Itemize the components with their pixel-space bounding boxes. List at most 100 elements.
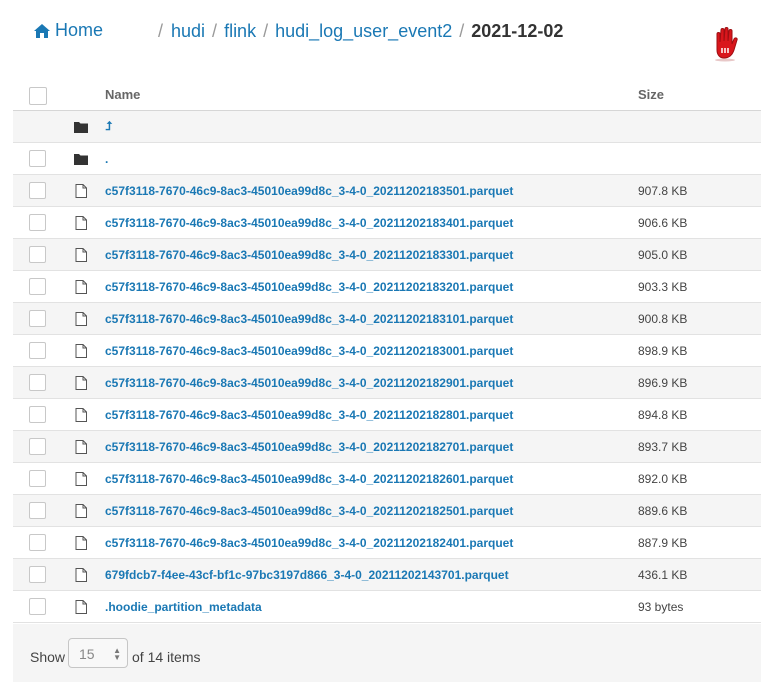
file-icon — [75, 216, 87, 230]
file-icon — [75, 376, 87, 390]
show-label: Show — [30, 649, 66, 665]
file-link[interactable]: c57f3118-7670-46c9-8ac3-45010ea99d8c_3-4… — [105, 440, 513, 454]
row-checkbox[interactable] — [29, 406, 46, 423]
breadcrumb-separator: / — [459, 21, 465, 41]
breadcrumb: / hudi / flink / hudi_log_user_event2 / … — [158, 21, 563, 42]
table-row[interactable]: c57f3118-7670-46c9-8ac3-45010ea99d8c_3-4… — [13, 463, 761, 495]
breadcrumb-current: 2021-12-02 — [471, 21, 564, 41]
breadcrumb-separator: / — [158, 21, 164, 41]
parent-directory-row[interactable]: ⮥ — [13, 111, 761, 143]
file-icon — [75, 440, 87, 454]
row-checkbox[interactable] — [29, 278, 46, 295]
file-rows: . c57f3118-7670-46c9-8ac3-45010ea99d8c_3-… — [13, 143, 761, 623]
row-checkbox[interactable] — [29, 566, 46, 583]
file-size: 893.7 KB — [638, 439, 688, 454]
file-icon — [75, 536, 87, 550]
file-size: 894.8 KB — [638, 407, 688, 422]
table-row[interactable]: . — [13, 143, 761, 175]
folder-icon — [74, 154, 88, 165]
file-icon — [75, 472, 87, 486]
row-checkbox[interactable] — [29, 150, 46, 167]
column-header-size[interactable]: Size — [638, 87, 664, 102]
file-link[interactable]: c57f3118-7670-46c9-8ac3-45010ea99d8c_3-4… — [105, 536, 513, 550]
file-table: Name Size ⮥ . c57f3118-7670-46c9-8ac3-450… — [13, 78, 761, 623]
table-row[interactable]: 679fdcb7-f4ee-43cf-bf1c-97bc3197d866_3-4… — [13, 559, 761, 591]
table-row[interactable]: c57f3118-7670-46c9-8ac3-45010ea99d8c_3-4… — [13, 431, 761, 463]
red-hand-icon[interactable] — [708, 26, 742, 62]
row-checkbox[interactable] — [29, 438, 46, 455]
breadcrumb-flink[interactable]: flink — [224, 21, 256, 42]
file-link[interactable]: c57f3118-7670-46c9-8ac3-45010ea99d8c_3-4… — [105, 312, 513, 326]
file-link[interactable]: c57f3118-7670-46c9-8ac3-45010ea99d8c_3-4… — [105, 344, 513, 358]
breadcrumb-table[interactable]: hudi_log_user_event2 — [275, 21, 452, 42]
table-row[interactable]: .hoodie_partition_metadata 93 bytes — [13, 591, 761, 623]
file-icon — [75, 280, 87, 294]
file-link[interactable]: c57f3118-7670-46c9-8ac3-45010ea99d8c_3-4… — [105, 184, 513, 198]
file-size: 896.9 KB — [638, 375, 688, 390]
table-row[interactable]: c57f3118-7670-46c9-8ac3-45010ea99d8c_3-4… — [13, 335, 761, 367]
row-checkbox[interactable] — [29, 470, 46, 487]
row-checkbox[interactable] — [29, 374, 46, 391]
file-size: 905.0 KB — [638, 247, 688, 262]
row-checkbox[interactable] — [29, 502, 46, 519]
file-size: 900.8 KB — [638, 311, 688, 326]
breadcrumb-separator: / — [212, 21, 218, 41]
home-icon — [34, 23, 50, 38]
file-link[interactable]: c57f3118-7670-46c9-8ac3-45010ea99d8c_3-4… — [105, 376, 513, 390]
page-size-value: 15 — [79, 646, 95, 662]
file-link[interactable]: c57f3118-7670-46c9-8ac3-45010ea99d8c_3-4… — [105, 504, 513, 518]
table-row[interactable]: c57f3118-7670-46c9-8ac3-45010ea99d8c_3-4… — [13, 207, 761, 239]
home-label: Home — [55, 20, 104, 40]
folder-icon — [74, 122, 88, 133]
breadcrumb-separator: / — [263, 21, 269, 41]
file-link[interactable]: c57f3118-7670-46c9-8ac3-45010ea99d8c_3-4… — [105, 216, 513, 230]
file-icon — [75, 184, 87, 198]
file-size: 436.1 KB — [638, 567, 688, 582]
file-size: 907.8 KB — [638, 183, 688, 198]
file-icon — [75, 248, 87, 262]
file-link[interactable]: 679fdcb7-f4ee-43cf-bf1c-97bc3197d866_3-4… — [105, 568, 509, 582]
file-size: 903.3 KB — [638, 279, 688, 294]
row-checkbox[interactable] — [29, 214, 46, 231]
row-checkbox[interactable] — [29, 534, 46, 551]
file-icon — [75, 408, 87, 422]
table-row[interactable]: c57f3118-7670-46c9-8ac3-45010ea99d8c_3-4… — [13, 399, 761, 431]
breadcrumb-hudi[interactable]: hudi — [171, 21, 205, 42]
file-size: 892.0 KB — [638, 471, 688, 486]
file-size: 93 bytes — [638, 599, 684, 614]
parent-directory-icon[interactable]: ⮥ — [105, 119, 112, 134]
file-icon — [75, 344, 87, 358]
total-items-label: of 14 items — [132, 649, 201, 665]
file-link[interactable]: c57f3118-7670-46c9-8ac3-45010ea99d8c_3-4… — [105, 472, 513, 486]
table-row[interactable]: c57f3118-7670-46c9-8ac3-45010ea99d8c_3-4… — [13, 303, 761, 335]
row-checkbox[interactable] — [29, 310, 46, 327]
table-row[interactable]: c57f3118-7670-46c9-8ac3-45010ea99d8c_3-4… — [13, 175, 761, 207]
select-arrows-icon: ▲ ▼ — [113, 646, 121, 662]
file-link[interactable]: c57f3118-7670-46c9-8ac3-45010ea99d8c_3-4… — [105, 408, 513, 422]
header: Home / hudi / flink / hudi_log_user_even… — [0, 0, 761, 70]
file-size: 889.6 KB — [638, 503, 688, 518]
file-icon — [75, 504, 87, 518]
file-size: 906.6 KB — [638, 215, 688, 230]
row-checkbox[interactable] — [29, 598, 46, 615]
row-checkbox[interactable] — [29, 246, 46, 263]
column-header-name[interactable]: Name — [105, 87, 140, 102]
file-link[interactable]: .hoodie_partition_metadata — [105, 600, 262, 614]
select-all-checkbox[interactable] — [29, 87, 47, 105]
file-link[interactable]: c57f3118-7670-46c9-8ac3-45010ea99d8c_3-4… — [105, 280, 513, 294]
page-size-select[interactable]: 15 ▲ ▼ — [68, 638, 128, 668]
file-link[interactable]: c57f3118-7670-46c9-8ac3-45010ea99d8c_3-4… — [105, 248, 513, 262]
file-icon — [75, 312, 87, 326]
table-row[interactable]: c57f3118-7670-46c9-8ac3-45010ea99d8c_3-4… — [13, 271, 761, 303]
home-link[interactable]: Home — [34, 20, 103, 41]
table-row[interactable]: c57f3118-7670-46c9-8ac3-45010ea99d8c_3-4… — [13, 527, 761, 559]
table-row[interactable]: c57f3118-7670-46c9-8ac3-45010ea99d8c_3-4… — [13, 239, 761, 271]
table-row[interactable]: c57f3118-7670-46c9-8ac3-45010ea99d8c_3-4… — [13, 495, 761, 527]
table-row[interactable]: c57f3118-7670-46c9-8ac3-45010ea99d8c_3-4… — [13, 367, 761, 399]
table-header: Name Size — [13, 78, 761, 111]
file-size: 898.9 KB — [638, 343, 688, 358]
pagination-footer: Show 15 ▲ ▼ of 14 items — [13, 624, 761, 682]
row-checkbox[interactable] — [29, 342, 46, 359]
row-checkbox[interactable] — [29, 182, 46, 199]
folder-link[interactable]: . — [105, 152, 108, 166]
